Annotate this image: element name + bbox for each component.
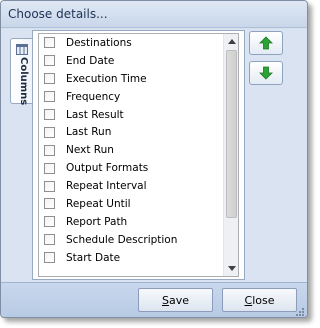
list-item-label: Last Result xyxy=(66,108,124,121)
scroll-thumb[interactable] xyxy=(226,50,237,218)
close-button[interactable]: Close xyxy=(222,288,297,312)
list-item-label: Destinations xyxy=(66,36,132,49)
columns-list-items: Destinations End Date Execution Time Freque… xyxy=(39,34,224,267)
list-item-checkbox[interactable] xyxy=(44,198,55,210)
list-item[interactable]: Next Run xyxy=(39,141,224,159)
list-item-checkbox[interactable] xyxy=(44,126,55,138)
list-item[interactable]: Repeat Until xyxy=(39,195,224,213)
list-item-checkbox[interactable] xyxy=(44,180,55,192)
list-item[interactable]: Output Formats xyxy=(39,159,224,177)
list-item-checkbox[interactable] xyxy=(44,109,55,120)
list-item-checkbox[interactable] xyxy=(44,216,55,228)
title-bar[interactable]: Choose details... xyxy=(1,1,307,28)
list-item-label: Repeat Interval xyxy=(66,180,147,193)
choose-details-dialog: Choose details... Columns Destinations En… xyxy=(0,0,308,318)
list-item[interactable]: Execution Time xyxy=(39,70,224,88)
list-item[interactable]: Report Path xyxy=(39,213,224,231)
dialog-footer: Save Close xyxy=(1,282,307,317)
resize-grip-icon[interactable] xyxy=(295,307,305,317)
chevron-down-icon xyxy=(227,266,236,271)
columns-icon xyxy=(16,44,28,55)
list-item-checkbox[interactable] xyxy=(44,162,55,174)
list-item-label: Frequency xyxy=(66,90,121,103)
scroll-down-button[interactable] xyxy=(224,261,238,276)
list-item-label: Start Date xyxy=(66,251,121,264)
list-item[interactable]: Repeat Interval xyxy=(39,177,224,195)
list-item-label: Last Run xyxy=(66,126,112,139)
list-item-label: Execution Time xyxy=(66,72,147,85)
move-up-button[interactable] xyxy=(249,31,283,55)
move-down-button[interactable] xyxy=(249,61,283,85)
close-button-label: Close xyxy=(244,293,275,307)
list-item-checkbox[interactable] xyxy=(44,55,55,67)
list-item-label: Repeat Until xyxy=(66,197,131,210)
list-item-label: Next Run xyxy=(66,144,114,157)
save-button-label: Save xyxy=(161,293,189,307)
list-item-checkbox[interactable] xyxy=(44,234,55,246)
list-item-checkbox[interactable] xyxy=(44,252,55,264)
list-item[interactable]: Destinations xyxy=(39,34,224,52)
list-item[interactable]: Last Result xyxy=(39,106,224,124)
tab-columns[interactable]: Columns xyxy=(10,38,33,106)
list-item-checkbox[interactable] xyxy=(44,37,55,49)
list-item-checkbox[interactable] xyxy=(44,144,55,156)
list-item-label: Schedule Description xyxy=(66,233,178,246)
list-item-label: End Date xyxy=(66,54,115,67)
list-item-checkbox[interactable] xyxy=(44,91,55,103)
columns-list[interactable]: Destinations End Date Execution Time Freque… xyxy=(38,33,239,277)
columns-panel: Destinations End Date Execution Time Freque… xyxy=(32,30,245,280)
arrow-down-icon xyxy=(259,66,273,80)
list-item[interactable]: Start Date xyxy=(39,249,224,267)
chevron-up-icon xyxy=(227,39,236,44)
arrow-up-icon xyxy=(259,36,273,50)
dialog-title: Choose details... xyxy=(8,7,108,21)
tab-columns-label: Columns xyxy=(18,57,29,106)
list-item[interactable]: Frequency xyxy=(39,88,224,106)
scroll-up-button[interactable] xyxy=(224,34,238,49)
save-button[interactable]: Save xyxy=(138,288,213,312)
list-item[interactable]: Last Run xyxy=(39,123,224,141)
list-item-label: Report Path xyxy=(66,215,128,228)
list-item[interactable]: End Date xyxy=(39,52,224,70)
list-scrollbar[interactable] xyxy=(223,34,238,276)
list-item-label: Output Formats xyxy=(66,162,149,175)
list-item-checkbox[interactable] xyxy=(44,73,55,85)
list-item[interactable]: Schedule Description xyxy=(39,231,224,249)
